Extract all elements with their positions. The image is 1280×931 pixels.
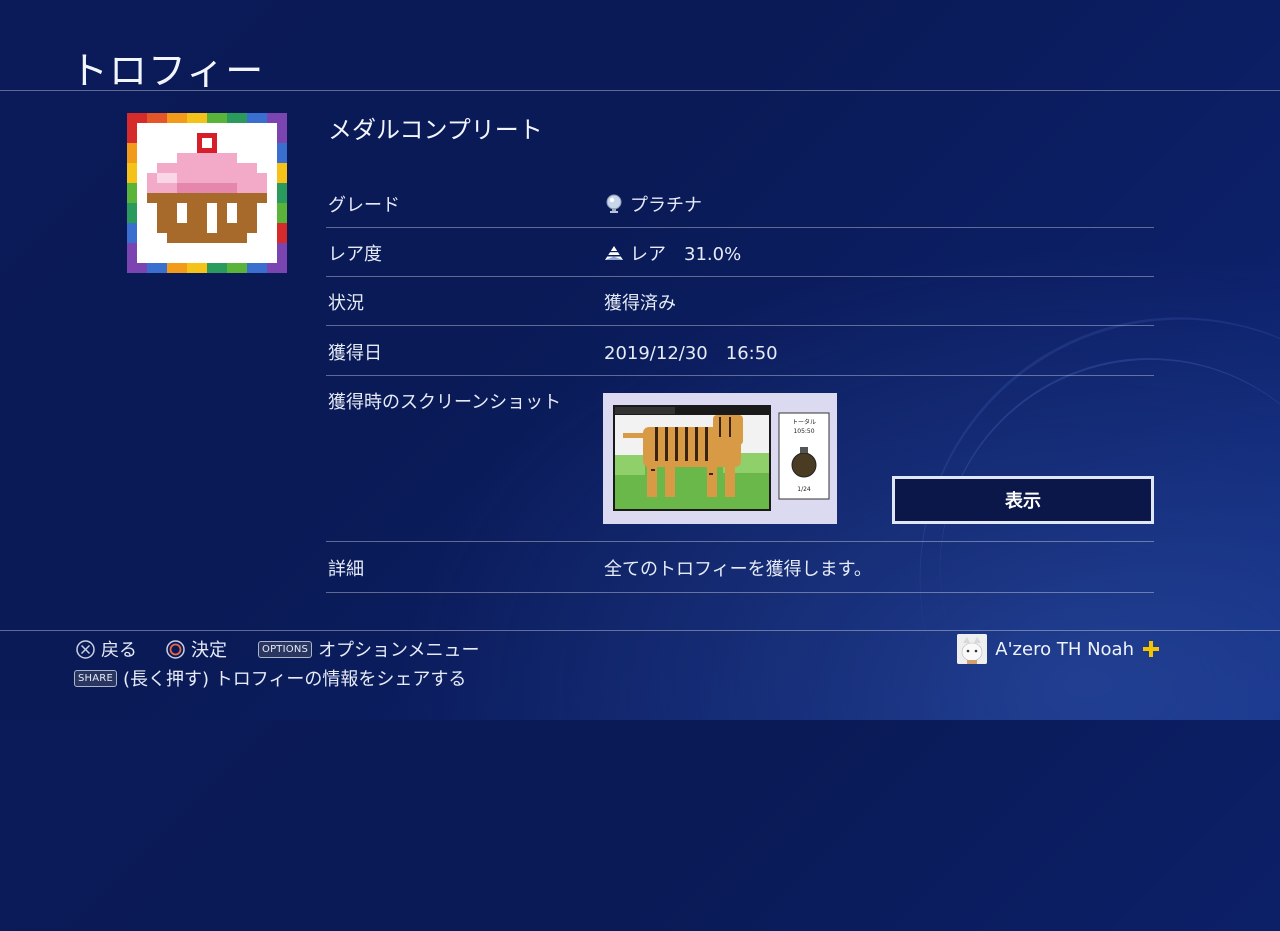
trophy-name: メダルコンプリート bbox=[328, 116, 543, 144]
row-value: プラチナ bbox=[604, 191, 702, 217]
show-button[interactable]: 表示 bbox=[892, 476, 1154, 524]
detail-row-status: 状況 獲得済み bbox=[326, 276, 1154, 326]
page-title: トロフィー bbox=[70, 49, 265, 93]
rarity-pyramid-icon bbox=[605, 246, 623, 260]
hint-confirm-label: 決定 bbox=[191, 640, 227, 661]
detail-row-description: 詳細 全てのトロフィーを獲得します。 bbox=[326, 541, 1154, 593]
share-button-tag: SHARE bbox=[74, 669, 117, 687]
trophy-screenshot[interactable]: トータル 105:50 1/24 bbox=[603, 393, 837, 524]
footer-divider bbox=[0, 630, 1280, 631]
options-button-tag: OPTIONS bbox=[258, 640, 313, 658]
grade-value: プラチナ bbox=[630, 195, 702, 216]
screenshot-panel-count: 1/24 bbox=[797, 486, 811, 493]
status-value: 獲得済み bbox=[604, 293, 676, 314]
screenshot-panel-time: 105:50 bbox=[793, 428, 814, 435]
detail-row-date: 獲得日 2019/12/30 16:50 bbox=[326, 325, 1154, 376]
circle-button-icon bbox=[166, 639, 185, 659]
hint-back-label: 戻る bbox=[101, 640, 137, 661]
row-label: 詳細 bbox=[328, 559, 364, 580]
avatar bbox=[957, 634, 988, 664]
date-value: 2019/12/30 16:50 bbox=[604, 343, 778, 364]
hint-share: SHARE (長く押す) トロフィーの情報をシェアする bbox=[74, 665, 466, 691]
screenshot-image: トータル 105:50 1/24 bbox=[603, 393, 837, 524]
header-divider bbox=[0, 90, 1280, 91]
ps-plus-icon bbox=[1143, 641, 1159, 657]
cross-button-icon bbox=[76, 639, 95, 659]
hint-options-label: オプションメニュー bbox=[318, 640, 480, 661]
trophy-cupcake-icon bbox=[127, 113, 287, 273]
row-label: レア度 bbox=[328, 244, 382, 265]
row-label: グレード bbox=[328, 195, 400, 216]
rarity-value: レア 31.0% bbox=[630, 244, 742, 265]
detail-row-rarity: レア度 レア 31.0% bbox=[326, 227, 1154, 277]
row-value: レア 31.0% bbox=[604, 240, 741, 266]
hint-options: OPTIONS オプションメニュー bbox=[258, 636, 480, 662]
user-name: A'zero TH Noah bbox=[995, 638, 1134, 660]
row-label: 獲得時のスクリーンショット bbox=[328, 392, 562, 413]
platinum-trophy-icon bbox=[606, 194, 622, 213]
hint-share-label: (長く押す) トロフィーの情報をシェアする bbox=[122, 669, 467, 690]
row-label: 状況 bbox=[328, 293, 364, 314]
row-label: 獲得日 bbox=[328, 343, 382, 364]
user-profile: A'zero TH Noah bbox=[957, 634, 1160, 664]
hint-back: 戻る bbox=[76, 636, 137, 662]
detail-row-grade: グレード プラチナ bbox=[326, 178, 1154, 228]
hint-confirm: 決定 bbox=[166, 636, 227, 662]
description-value: 全てのトロフィーを獲得します。 bbox=[604, 559, 872, 580]
screenshot-panel-title: トータル bbox=[792, 418, 816, 426]
